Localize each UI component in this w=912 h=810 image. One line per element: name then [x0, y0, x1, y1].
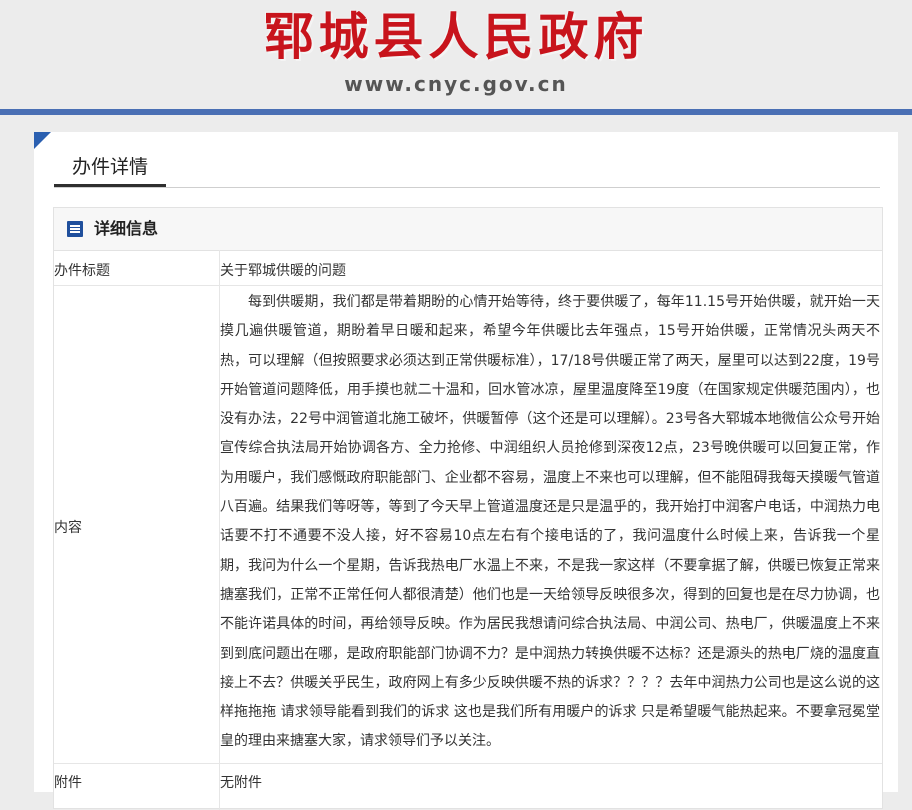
corner-triangle-icon — [34, 132, 51, 149]
title-value: 关于郓城供暖的问题 — [220, 263, 346, 279]
section-title: 详细信息 — [94, 219, 159, 238]
section-header: 详细信息 — [54, 208, 882, 251]
detail-section: 详细信息 办件标题 关于郓城供暖的问题 内容 每到供暖期，我们都是带着期盼的心情… — [53, 207, 883, 810]
tab-detail[interactable]: 办件详情 — [54, 152, 166, 187]
content-label: 内容 — [54, 520, 82, 536]
detail-panel: 办件详情 详细信息 办件标题 关于郓城供暖的问题 内容 每到供暖期，我们都是带着… — [34, 132, 898, 810]
site-header: 郓城县人民政府 www.cnyc.gov.cn — [0, 0, 912, 110]
list-icon — [67, 221, 83, 237]
title-label: 办件标题 — [54, 263, 110, 279]
content-value: 每到供暖期，我们都是带着期盼的心情开始等待，终于要供暖了，每年11.15号开始供… — [220, 294, 880, 750]
site-url[interactable]: www.cnyc.gov.cn — [0, 70, 912, 98]
attachment-value: 无附件 — [220, 775, 262, 791]
tab-divider — [54, 187, 880, 188]
row-divider — [54, 763, 882, 764]
site-name[interactable]: 郓城县人民政府 — [0, 6, 912, 68]
attachment-label: 附件 — [54, 775, 82, 791]
header-divider — [0, 109, 912, 115]
row-divider — [54, 285, 882, 286]
